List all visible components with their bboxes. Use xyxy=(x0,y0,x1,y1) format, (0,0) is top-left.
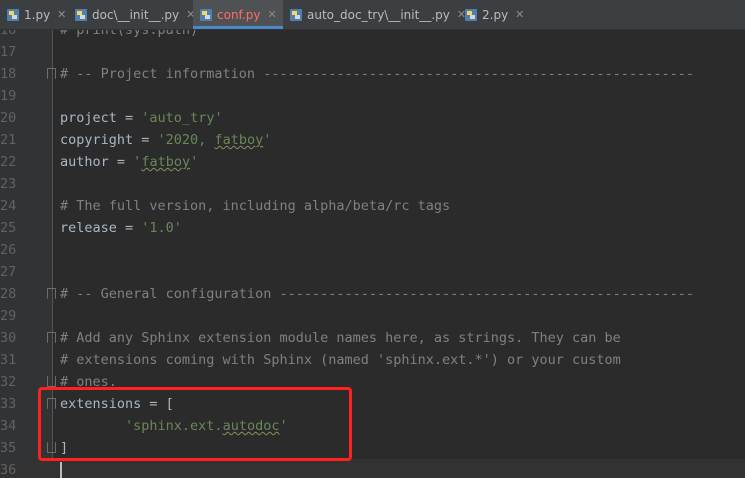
tab-label: auto_doc_try\__init__.py xyxy=(307,7,450,22)
fold-icon[interactable] xyxy=(47,288,56,299)
tab-doc-init-py[interactable]: doc\__init__.py ✕ xyxy=(68,0,195,29)
text-caret xyxy=(60,462,62,478)
python-file-icon xyxy=(199,8,213,22)
code-line: 20 project = 'auto_try' xyxy=(0,110,223,126)
code-line: 28 # -- General configuration ----------… xyxy=(0,286,694,302)
code-line: 26 xyxy=(0,242,17,258)
code-line: 16 # print(sys.path) xyxy=(0,30,199,38)
close-icon[interactable]: ✕ xyxy=(515,8,524,21)
current-line[interactable]: 36 xyxy=(0,459,745,478)
python-file-icon xyxy=(289,8,303,22)
tab-label: 1.py xyxy=(24,7,51,22)
python-file-icon xyxy=(74,8,88,22)
python-file-icon xyxy=(464,8,478,22)
code-line: 19 xyxy=(0,88,17,104)
tab-auto-doc-try-init-py[interactable]: auto_doc_try\__init__.py ✕ xyxy=(283,0,466,29)
code-line: 29 xyxy=(0,308,17,324)
typo-squiggle: fatboy xyxy=(141,154,191,170)
code-line: 18 # -- Project information ------------… xyxy=(0,66,694,82)
code-line: 30 # Add any Sphinx extension module nam… xyxy=(0,330,621,346)
tab-label: 2.py xyxy=(482,7,509,22)
code-line: 25 release = '1.0' xyxy=(0,220,182,236)
tab-2-py[interactable]: 2.py ✕ xyxy=(458,0,526,29)
code-editor[interactable]: 16 # print(sys.path) 17 18 # -- Project … xyxy=(0,30,745,478)
close-icon[interactable]: ✕ xyxy=(267,8,276,21)
annotation-highlight-box xyxy=(38,387,352,461)
tab-label: doc\__init__.py xyxy=(92,7,180,22)
tab-1-py[interactable]: 1.py ✕ xyxy=(0,0,68,29)
python-file-icon xyxy=(6,8,20,22)
typo-squiggle: fatboy xyxy=(214,132,264,148)
tab-conf-py[interactable]: conf.py ✕ xyxy=(193,0,283,29)
code-line: 27 xyxy=(0,264,17,280)
code-line: 24 # The full version, including alpha/b… xyxy=(0,198,451,214)
fold-icon[interactable] xyxy=(47,332,56,343)
code-line: 17 xyxy=(0,44,17,60)
code-line: 23 xyxy=(0,176,17,192)
close-icon[interactable]: ✕ xyxy=(57,8,66,21)
fold-icon[interactable] xyxy=(47,68,56,79)
tab-label: conf.py xyxy=(217,7,261,22)
editor-tab-bar: 1.py ✕ doc\__init__.py ✕ conf.py ✕ auto_… xyxy=(0,0,745,30)
code-line: 22 author = 'fatboy' xyxy=(0,154,199,170)
code-line: 31 # extensions coming with Sphinx (name… xyxy=(0,352,621,368)
code-line: 21 copyright = '2020, fatboy' xyxy=(0,132,272,148)
fold-icon[interactable] xyxy=(47,376,56,387)
